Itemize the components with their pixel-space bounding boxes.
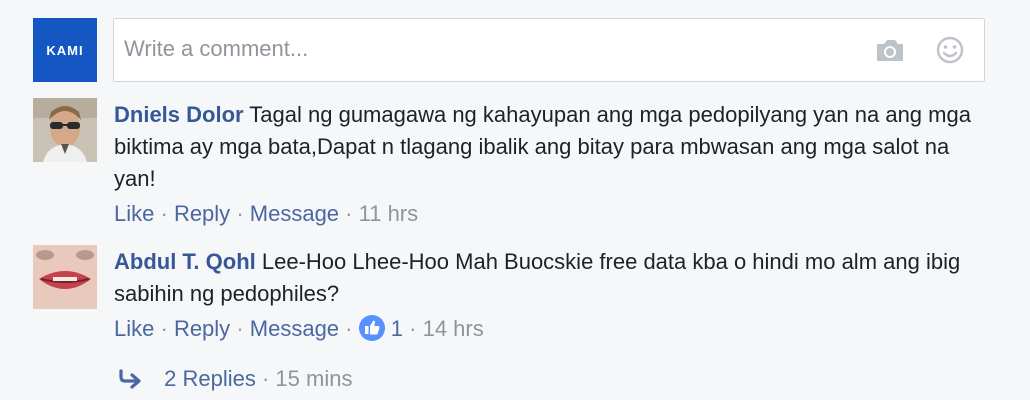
- separator: ·: [236, 201, 244, 226]
- comment-actions: Like · Reply · Message · 1 · 14 hrs: [114, 314, 994, 344]
- comment-input[interactable]: [124, 19, 844, 79]
- view-replies[interactable]: 2 Replies · 15 mins: [118, 364, 352, 394]
- like-link[interactable]: Like: [114, 316, 154, 341]
- comment-content: Dniels Dolor Tagal ng gumagawa ng kahayu…: [114, 99, 994, 195]
- message-link[interactable]: Message: [250, 201, 339, 226]
- comment-author[interactable]: Dniels Dolor: [114, 102, 244, 127]
- smiley-icon[interactable]: [934, 35, 966, 65]
- reply-arrow-icon: [119, 369, 141, 389]
- comment-content: Abdul T. Qohl Lee-Hoo Lhee-Hoo Mah Buocs…: [114, 246, 994, 310]
- comment-composer: KAMI: [33, 18, 985, 82]
- separator: ·: [236, 316, 244, 341]
- separator: ·: [160, 316, 168, 341]
- camera-icon[interactable]: [874, 35, 906, 65]
- separator: ·: [409, 316, 417, 341]
- separator: ·: [345, 316, 353, 341]
- message-link[interactable]: Message: [250, 316, 339, 341]
- comment-actions: Like · Reply · Message · 11 hrs: [114, 199, 994, 229]
- separator: ·: [160, 201, 168, 226]
- separator: ·: [261, 366, 270, 391]
- logo-text: KAMI: [46, 42, 84, 58]
- avatar[interactable]: [33, 98, 97, 162]
- comment-body: Dniels Dolor Tagal ng gumagawa ng kahayu…: [114, 98, 994, 229]
- replies-link[interactable]: 2 Replies: [164, 366, 256, 391]
- like-link[interactable]: Like: [114, 201, 154, 226]
- timestamp[interactable]: 11 hrs: [359, 201, 419, 226]
- comment-body: Abdul T. Qohl Lee-Hoo Lhee-Hoo Mah Buocs…: [114, 245, 994, 344]
- kami-logo: KAMI: [33, 18, 97, 82]
- reply-link[interactable]: Reply: [174, 201, 230, 226]
- reply-link[interactable]: Reply: [174, 316, 230, 341]
- thumbs-up-icon[interactable]: [358, 315, 385, 341]
- separator: ·: [345, 201, 353, 226]
- timestamp[interactable]: 14 hrs: [423, 316, 484, 341]
- comment-author[interactable]: Abdul T. Qohl: [114, 249, 256, 274]
- comment-box[interactable]: [113, 18, 985, 82]
- replies-timestamp: 15 mins: [275, 366, 353, 391]
- reaction-count[interactable]: 1: [391, 316, 403, 341]
- avatar[interactable]: [33, 245, 97, 309]
